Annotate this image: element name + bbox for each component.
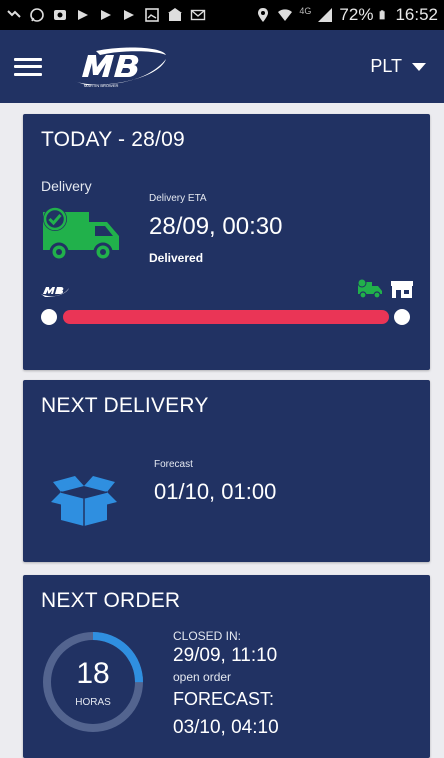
next-order-card[interactable]: NEXT ORDER 18 HORAS CLOSED IN: 29/09, 11… xyxy=(23,575,430,758)
plant-label: PLT xyxy=(370,56,402,76)
battery-icon xyxy=(380,10,386,20)
store-icon xyxy=(168,8,182,21)
network-type: 4G xyxy=(299,6,312,16)
mail-icon xyxy=(190,9,206,21)
location-icon xyxy=(258,8,269,22)
today-title: TODAY - 28/09 xyxy=(41,128,185,151)
delivery-status: Delivered xyxy=(149,251,204,265)
martin-brower-logo: MARTIN BROWER xyxy=(74,47,166,88)
logo-subtext: MARTIN BROWER xyxy=(84,83,118,88)
caret-down-icon xyxy=(412,62,426,71)
hamburger-menu-icon[interactable] xyxy=(14,56,42,78)
forecast-label: Forecast xyxy=(154,459,193,470)
progress-end-dot xyxy=(394,309,410,325)
next-delivery-card[interactable]: NEXT DELIVERY Forecast 01/10, 01:00 xyxy=(23,380,430,562)
truck-to-store-icon xyxy=(357,278,413,299)
app-notification-icon xyxy=(124,10,134,20)
notification-icons xyxy=(6,7,206,23)
app-bar: MARTIN BROWER PLT xyxy=(0,30,444,103)
next-order-title: NEXT ORDER xyxy=(41,589,181,612)
clock: 16:52 xyxy=(395,5,438,24)
next-delivery-forecast-value: 01/10, 01:00 xyxy=(154,479,277,504)
gallery-icon xyxy=(145,8,159,22)
signal-icon xyxy=(318,8,333,22)
closed-in-label: CLOSED IN: xyxy=(173,629,242,643)
battery-percent: 72% xyxy=(339,5,374,24)
next-delivery-title: NEXT DELIVERY xyxy=(41,394,209,417)
app-notification-icon xyxy=(101,10,111,20)
delivery-eta-label: Delivery ETA xyxy=(149,193,207,204)
app-notification-icon xyxy=(78,10,88,20)
status-bar: 4G 72% 16:52 xyxy=(0,0,444,30)
wifi-icon xyxy=(278,9,293,21)
order-forecast-value: 03/10, 04:10 xyxy=(173,717,279,738)
delivery-progress-bar xyxy=(63,310,389,324)
hours-value: 18 xyxy=(76,657,110,690)
delivered-truck-icon xyxy=(43,207,119,262)
status-indicators: 4G 72% 16:52 xyxy=(255,5,438,25)
delivery-label: Delivery xyxy=(41,178,92,194)
hours-unit: HORAS xyxy=(75,697,111,708)
progress-start-dot xyxy=(41,309,57,325)
closed-in-value: 29/09, 11:10 xyxy=(173,645,278,666)
order-status: open order xyxy=(173,670,232,684)
app-notification-icon xyxy=(54,10,66,20)
martin-brower-mini-logo xyxy=(41,287,69,297)
delivery-eta-value: 28/09, 00:30 xyxy=(149,213,283,240)
missed-call-icon xyxy=(7,10,21,18)
open-box-icon xyxy=(51,476,117,526)
order-forecast-label: FORECAST: xyxy=(173,689,275,709)
plant-dropdown[interactable]: PLT xyxy=(370,56,426,77)
whatsapp-icon xyxy=(30,8,44,22)
today-card[interactable]: TODAY - 28/09 Delivery Delivery ETA 28/0… xyxy=(23,114,430,370)
